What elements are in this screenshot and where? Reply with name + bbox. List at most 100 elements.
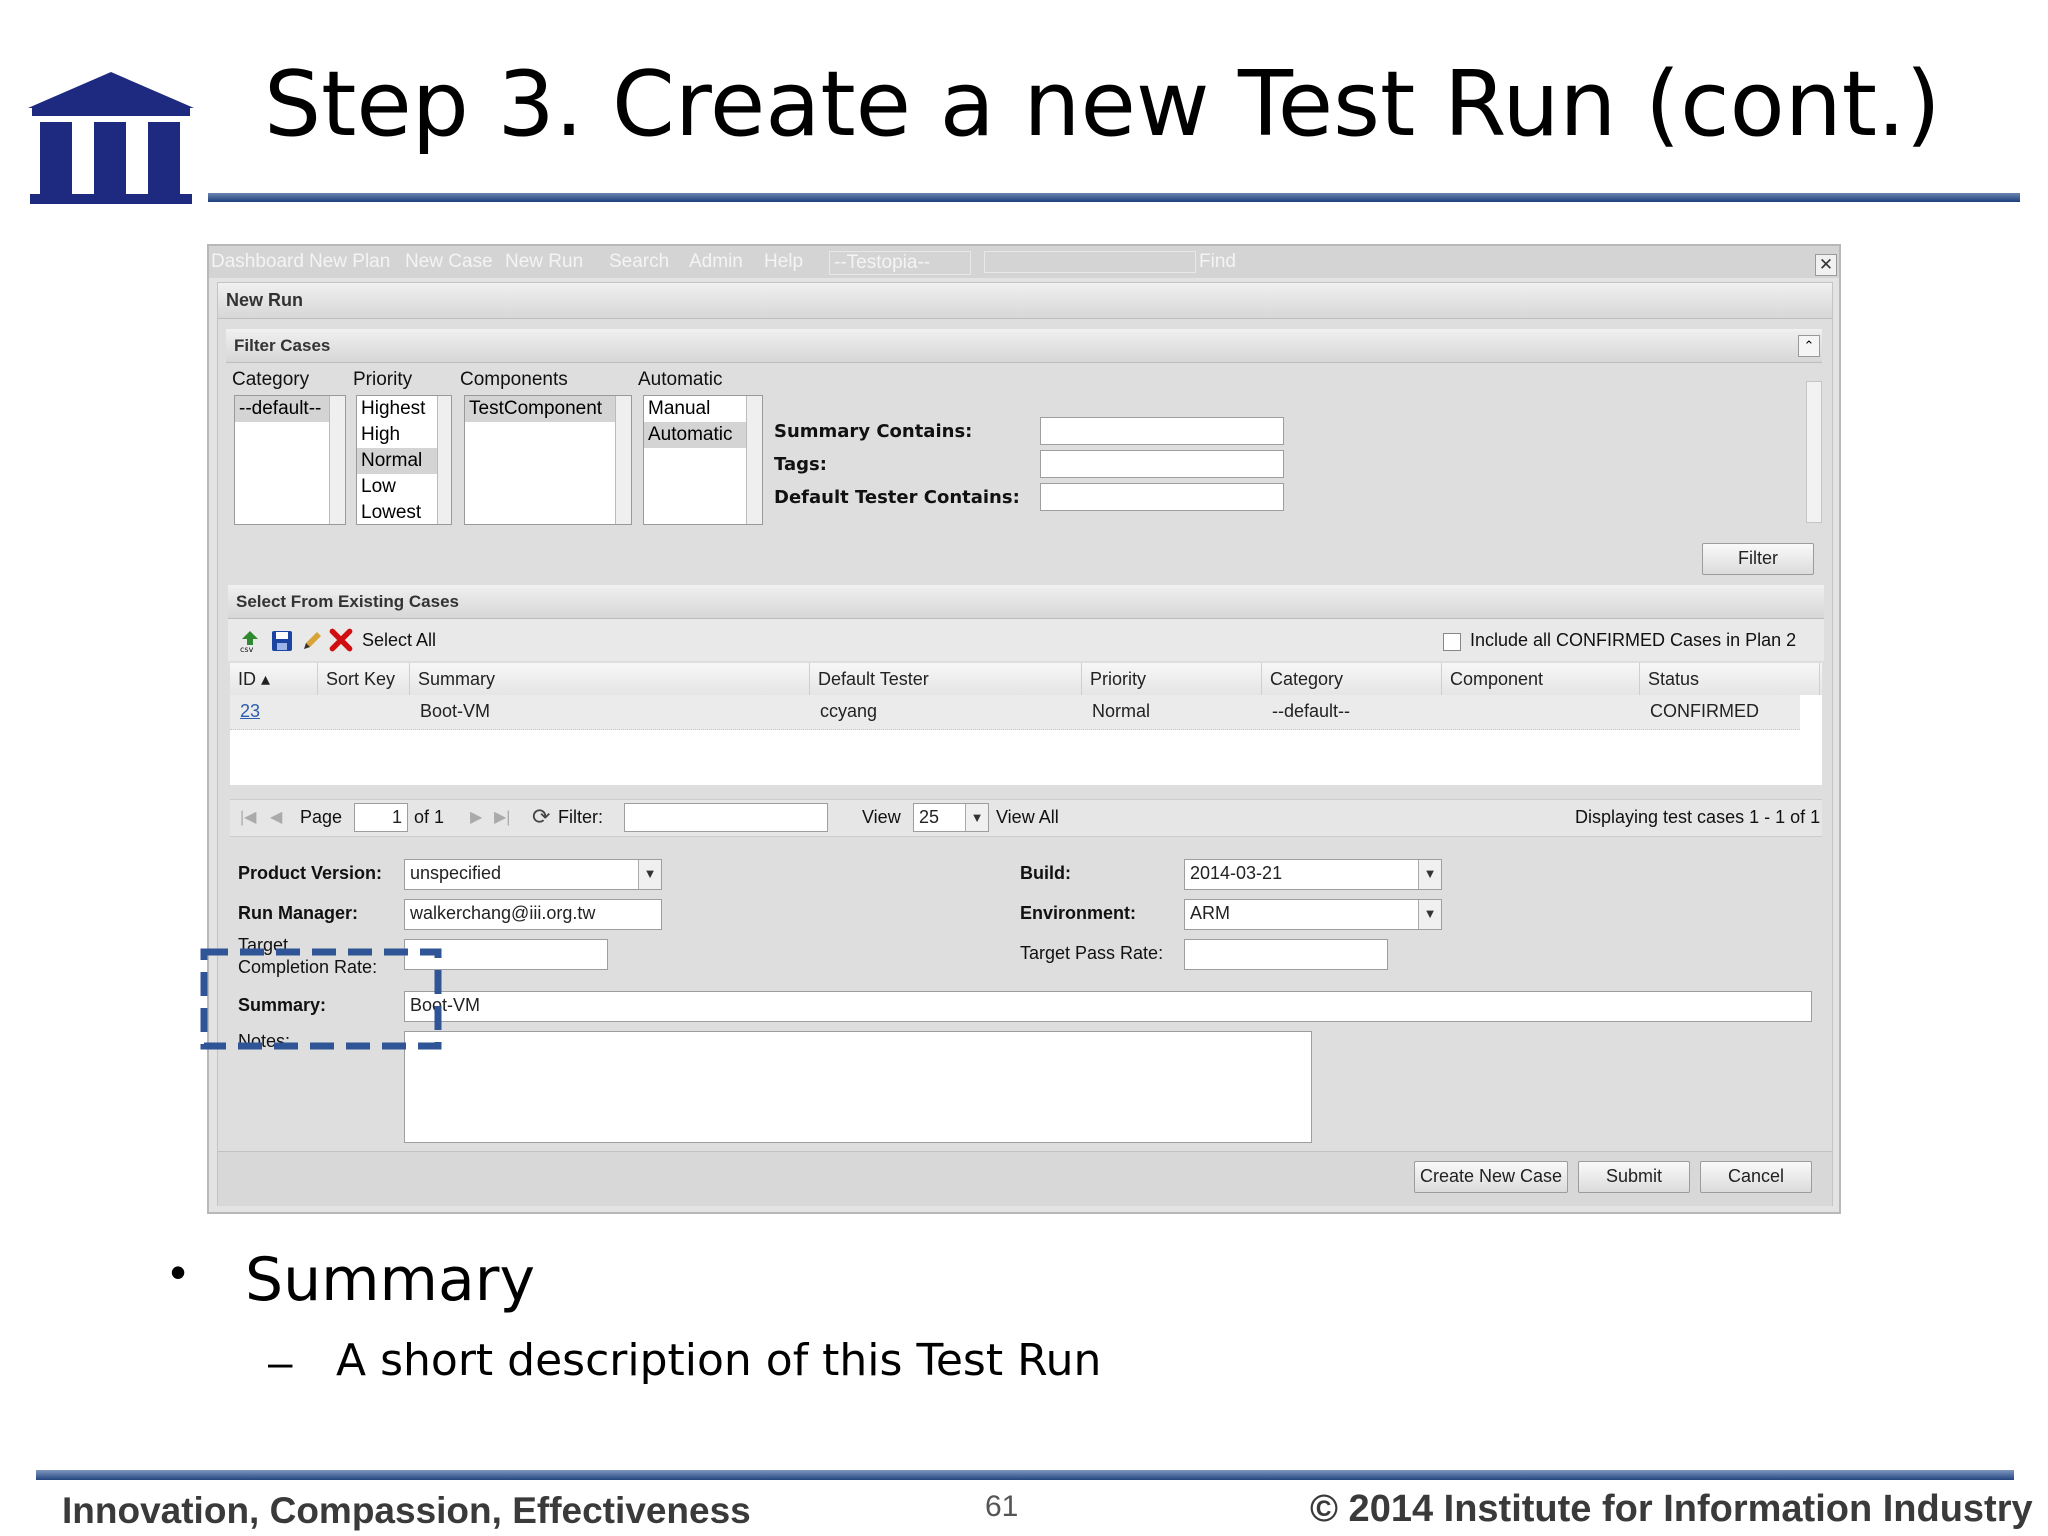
automatic-listbox[interactable]: Manual Automatic xyxy=(643,395,763,525)
tags-input[interactable] xyxy=(1040,450,1284,478)
table-row[interactable]: 23 Boot-VM ccyang Normal --default-- CON… xyxy=(230,695,1800,730)
target-pass-input[interactable] xyxy=(1184,939,1388,970)
col-summary[interactable]: Summary xyxy=(410,663,810,695)
delete-icon[interactable] xyxy=(328,627,354,653)
nav-item[interactable]: Admin xyxy=(689,251,743,273)
bullet-marker: • xyxy=(170,1246,187,1298)
nav-item[interactable]: Dashboard xyxy=(211,251,304,273)
scrollbar[interactable] xyxy=(615,396,631,524)
sub-bullet-description: A short description of this Test Run xyxy=(336,1335,1102,1386)
col-priority[interactable]: Priority xyxy=(1082,663,1262,695)
select-all-link[interactable]: Select All xyxy=(362,630,436,651)
svg-text:csv: csv xyxy=(240,645,254,653)
default-tester-input[interactable] xyxy=(1040,483,1284,511)
page-number: 61 xyxy=(985,1490,1019,1523)
scrollbar[interactable] xyxy=(437,396,451,524)
cancel-button[interactable]: Cancel xyxy=(1700,1161,1812,1193)
case-id-link[interactable]: 23 xyxy=(240,695,260,727)
col-id[interactable]: ID ▴ xyxy=(230,663,318,695)
cell-status: CONFIRMED xyxy=(1650,701,1759,721)
list-option[interactable]: Manual xyxy=(644,396,762,422)
first-page-icon[interactable]: |◀ xyxy=(240,807,256,827)
csv-export-icon[interactable]: csv xyxy=(238,629,262,653)
last-page-icon[interactable]: ▶| xyxy=(494,807,510,827)
nav-item[interactable]: Search xyxy=(609,251,669,273)
category-listbox[interactable]: --default-- xyxy=(234,395,346,525)
include-confirmed-checkbox[interactable] xyxy=(1443,633,1461,651)
build-select[interactable]: 2014-03-21 ▼ xyxy=(1184,859,1442,890)
prev-page-icon[interactable]: ◀ xyxy=(270,807,282,827)
category-label: Category xyxy=(232,369,310,390)
include-confirmed-label: Include all CONFIRMED Cases in Plan 2 xyxy=(1470,630,1797,650)
create-new-case-button[interactable]: Create New Case xyxy=(1414,1161,1568,1193)
priority-listbox[interactable]: Highest High Normal Low Lowest xyxy=(356,395,452,525)
environment-select[interactable]: ARM ▼ xyxy=(1184,899,1442,930)
slide-title: Step 3. Create a new Test Run (cont.) xyxy=(264,52,1941,157)
new-run-window: New Run Filter Cases ⌃ Category Priority… xyxy=(217,282,1833,1206)
pager-filter-input[interactable] xyxy=(624,803,828,832)
nav-item[interactable]: Help xyxy=(764,251,803,273)
top-nav-strip: Dashboard New Plan New Case New Run Sear… xyxy=(209,246,1839,278)
summary-input[interactable]: Boot-VM xyxy=(404,991,1812,1022)
nav-item[interactable]: New Run xyxy=(505,251,583,273)
chevron-down-icon[interactable]: ▼ xyxy=(1418,900,1441,929)
notes-textarea[interactable] xyxy=(404,1031,1312,1143)
nav-item[interactable]: New Plan xyxy=(309,251,390,273)
cases-grid-header: ID ▴ Sort Key Summary Default Tester Pri… xyxy=(230,663,1822,696)
col-sort-key[interactable]: Sort Key xyxy=(318,663,410,695)
page-label: Page xyxy=(300,807,343,827)
bullet-summary: Summary xyxy=(245,1245,535,1315)
scrollbar[interactable] xyxy=(329,396,345,524)
list-option[interactable]: Automatic xyxy=(644,422,762,448)
col-status[interactable]: Status xyxy=(1640,663,1820,695)
submit-button[interactable]: Submit xyxy=(1578,1161,1690,1193)
next-page-icon[interactable]: ▶ xyxy=(470,807,482,827)
list-option[interactable]: TestComponent xyxy=(465,396,631,422)
cell-priority: Normal xyxy=(1092,701,1151,721)
footer-motto: Innovation, Compassion, Effectiveness xyxy=(62,1490,751,1531)
product-version-select[interactable]: unspecified ▼ xyxy=(404,859,662,890)
chevron-down-icon[interactable]: ▼ xyxy=(965,804,988,831)
col-component[interactable]: Component xyxy=(1442,663,1640,695)
view-count-select[interactable]: 25 ▼ xyxy=(913,803,989,832)
close-icon[interactable]: ✕ xyxy=(1815,254,1837,276)
chevron-down-icon[interactable]: ▼ xyxy=(1418,860,1441,889)
view-all-link[interactable]: View All xyxy=(996,807,1059,828)
filter-button[interactable]: Filter xyxy=(1702,543,1814,575)
filter-scrollbar[interactable] xyxy=(1806,381,1822,523)
footer-copyright: © 2014 Institute for Information Industr… xyxy=(1310,1488,2033,1530)
collapse-icon[interactable]: ⌃ xyxy=(1798,335,1820,357)
edit-icon[interactable] xyxy=(300,629,324,653)
product-select[interactable]: --Testopia-- xyxy=(829,251,972,275)
refresh-icon[interactable]: ⟳ xyxy=(532,804,550,830)
col-category[interactable]: Category xyxy=(1262,663,1442,695)
summary-contains-input[interactable] xyxy=(1040,417,1284,445)
nav-item[interactable]: New Case xyxy=(405,251,493,273)
view-label: View xyxy=(862,807,901,827)
cell-category: --default-- xyxy=(1272,701,1351,721)
col-default-tester[interactable]: Default Tester xyxy=(810,663,1082,695)
find-button[interactable]: Find xyxy=(1199,251,1236,273)
cases-grid-body: 23 Boot-VM ccyang Normal --default-- CON… xyxy=(230,695,1822,785)
cell-tester: ccyang xyxy=(820,701,878,721)
page-input[interactable]: 1 xyxy=(354,803,408,832)
run-manager-input[interactable]: walkerchang@iii.org.tw xyxy=(404,899,662,930)
displaying-count: Displaying test cases 1 - 1 of 1 xyxy=(1575,807,1821,827)
save-icon[interactable] xyxy=(270,629,294,653)
priority-label: Priority xyxy=(353,369,413,390)
target-pass-label: Target Pass Rate: xyxy=(1020,943,1164,963)
chevron-down-icon[interactable]: ▼ xyxy=(638,860,661,889)
of-pages-label: of 1 xyxy=(414,807,445,827)
product-version-label: Product Version: xyxy=(238,863,383,883)
default-tester-label: Default Tester Contains: xyxy=(774,487,1020,508)
filter-cases-header: Filter Cases xyxy=(226,329,1822,363)
summary-contains-label: Summary Contains: xyxy=(774,421,973,442)
cell-summary: Boot-VM xyxy=(420,701,491,721)
scrollbar[interactable] xyxy=(746,396,762,524)
environment-label: Environment: xyxy=(1020,903,1137,923)
components-label: Components xyxy=(460,369,568,390)
build-label: Build: xyxy=(1020,863,1071,883)
find-input[interactable] xyxy=(984,251,1196,273)
components-listbox[interactable]: TestComponent xyxy=(464,395,632,525)
testopia-screenshot: Dashboard New Plan New Case New Run Sear… xyxy=(207,244,1841,1214)
